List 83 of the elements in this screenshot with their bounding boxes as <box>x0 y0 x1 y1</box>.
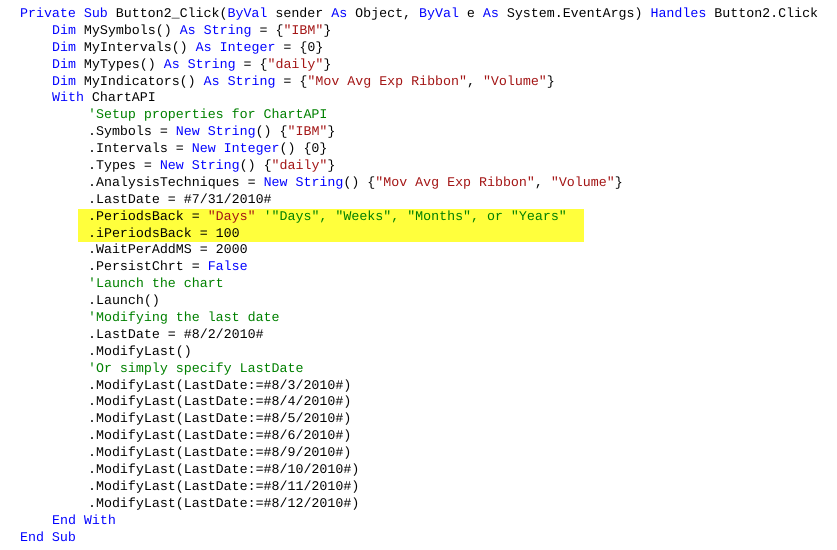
code-text: () {0} <box>280 141 328 156</box>
keyword: New String <box>160 158 240 174</box>
code-text: .Symbols = <box>88 124 169 140</box>
code-text: .ModifyLast(LastDate:=#8/10/2010#) <box>88 462 360 478</box>
code-text: .ModifyLast() <box>88 344 192 359</box>
code-text: , <box>534 174 544 190</box>
keyword: New String <box>176 124 256 140</box>
code-text: = {0} <box>282 40 324 55</box>
code-text: Button2_Click( <box>114 6 228 21</box>
string-literal: "IBM" <box>283 22 324 38</box>
code-text: = { <box>282 74 308 89</box>
code-text: .AnalysisTechniques = <box>88 174 257 190</box>
string-literal: "Mov Avg Exp Ribbon" <box>307 74 467 89</box>
keyword: As String <box>180 22 252 38</box>
code-text: .LastDate = #8/2/2010# <box>88 326 264 342</box>
code-text: .ModifyLast(LastDate:=#8/6/2010#) <box>88 428 352 444</box>
code-text: = { <box>258 22 284 38</box>
code-text: MyTypes() <box>82 56 157 72</box>
keyword: As <box>331 6 348 21</box>
code-text: .PersistChrt = <box>88 259 201 274</box>
keyword: Handles <box>650 6 706 21</box>
code-text: e <box>466 6 476 21</box>
code-text: System.EventArgs) <box>506 6 644 21</box>
keyword: As <box>482 6 499 21</box>
code-text: () { <box>343 174 376 190</box>
code-text: () { <box>240 158 272 174</box>
code-text: = { <box>242 56 268 72</box>
keyword: End Sub <box>20 530 76 545</box>
code-text: } <box>327 124 336 140</box>
string-literal: "Days" <box>208 208 256 224</box>
code-comment: 'Launch the chart <box>88 276 224 292</box>
code-text: .Launch() <box>88 293 160 308</box>
code-comment: 'Or simply specify LastDate <box>88 360 304 376</box>
keyword: Dim <box>52 74 76 89</box>
code-text: Object, <box>354 6 412 21</box>
keyword: ByVal <box>227 6 268 21</box>
code-text: } <box>323 56 332 72</box>
keyword: Dim <box>52 22 76 38</box>
code-text: .PeriodsBack = <box>88 208 201 224</box>
keyword: New String <box>264 174 344 190</box>
code-text: .iPeriodsBack = 100 <box>88 226 240 241</box>
string-literal: "daily" <box>272 158 328 174</box>
string-literal: "Mov Avg Exp Ribbon" <box>375 174 535 190</box>
keyword: New Integer <box>192 141 280 156</box>
string-literal: "daily" <box>267 56 324 72</box>
keyword: End With <box>52 512 116 528</box>
keyword: Dim <box>52 40 76 55</box>
code-text: .WaitPerAddMS = 2000 <box>88 242 248 258</box>
code-text: .ModifyLast(LastDate:=#8/9/2010#) <box>88 445 352 460</box>
keyword: ByVal <box>419 6 459 21</box>
keyword: False <box>208 259 248 274</box>
code-text: .Types = <box>88 158 153 174</box>
code-text: MySymbols() <box>82 22 173 38</box>
code-text: .ModifyLast(LastDate:=#8/5/2010#) <box>88 411 352 426</box>
code-text: sender <box>274 6 324 21</box>
code-text: Button2.Click <box>713 6 818 21</box>
code-text: MyIntervals() <box>82 40 189 55</box>
code-text: .Intervals = <box>88 141 185 156</box>
code-text: } <box>327 158 336 174</box>
code-text: MyIndicators() <box>82 74 197 89</box>
code-text: .ModifyLast(LastDate:=#8/11/2010#) <box>88 478 360 494</box>
code-text: } <box>614 174 623 190</box>
code-text: ChartAPI <box>90 90 156 106</box>
string-literal: "IBM" <box>288 124 328 140</box>
code-text: .ModifyLast(LastDate:=#8/3/2010#) <box>88 378 352 393</box>
string-literal: "Volume" <box>550 174 615 190</box>
code-text: } <box>546 74 555 89</box>
keyword: Private Sub <box>20 6 108 21</box>
code-text: () { <box>256 124 288 140</box>
keyword: As String <box>204 74 276 89</box>
code-comment: '"Days", "Weeks", "Months", or "Years" <box>262 208 567 224</box>
code-text: , <box>466 74 476 89</box>
code-text: } <box>323 22 332 38</box>
string-literal: "Volume" <box>482 74 547 89</box>
code-text: .ModifyLast(LastDate:=#8/4/2010#) <box>88 394 352 410</box>
code-text: .LastDate = #7/31/2010# <box>88 192 272 207</box>
code-comment: 'Setup properties for ChartAPI <box>88 107 328 122</box>
keyword: As String <box>164 56 236 72</box>
keyword: With <box>52 90 84 106</box>
code-text: .ModifyLast(LastDate:=#8/12/2010#) <box>88 496 360 511</box>
code-comment: 'Modifying the last date <box>88 310 280 326</box>
keyword: As Integer <box>196 40 276 55</box>
keyword: Dim <box>52 56 76 72</box>
